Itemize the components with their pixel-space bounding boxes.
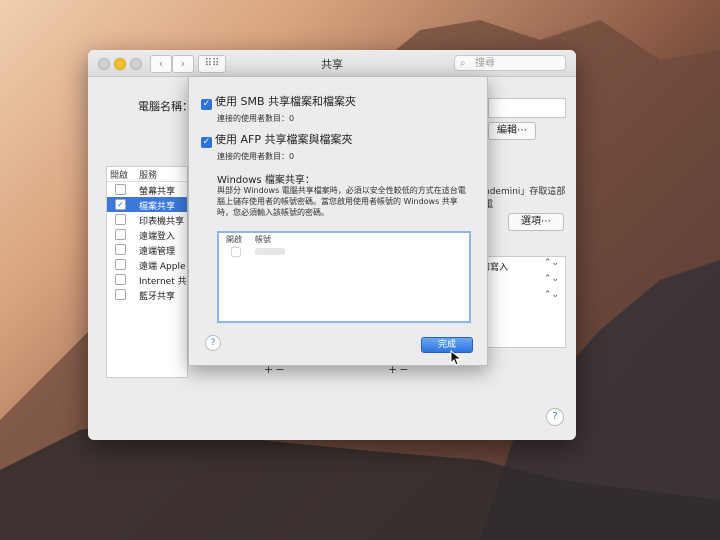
- options-button[interactable]: 選項⋯: [508, 213, 564, 231]
- done-button[interactable]: 完成: [421, 337, 473, 353]
- checkmark-icon: ✓: [117, 200, 124, 209]
- service-checkbox[interactable]: [115, 184, 126, 195]
- service-label: Internet 共: [139, 277, 187, 287]
- titlebar: ‹ › ⠿⠿ 共享 ⌕ 搜尋: [88, 50, 576, 77]
- file-sharing-options-sheet: ✓ 使用 SMB 共享檔案和檔案夾 連接的使用者數目：0 ✓ 使用 AFP 共享檔案…: [188, 76, 488, 366]
- service-label: 遠端 Apple: [139, 262, 186, 272]
- checkmark-icon: ✓: [202, 99, 211, 109]
- service-row-remote-login[interactable]: 遠端登入: [107, 227, 187, 242]
- smb-option[interactable]: ✓ 使用 SMB 共享檔案和檔案夾: [201, 93, 356, 110]
- afp-option[interactable]: ✓ 使用 AFP 共享檔案與檔案夾: [201, 131, 352, 148]
- service-row-screen-sharing[interactable]: 螢幕共享: [107, 182, 187, 197]
- header-on: 開啟: [226, 235, 242, 244]
- afp-connected-users: 連接的使用者數目：0: [217, 152, 295, 161]
- account-name: [255, 248, 285, 255]
- checkmark-icon: ✓: [202, 137, 211, 147]
- service-label: 印表機共享: [139, 217, 185, 227]
- header-account: 帳號: [255, 235, 271, 244]
- windows-sharing-description: 與部分 Windows 電腦共享檔案時，必須以安全性較低的方式在這台電腦上儲存使…: [217, 186, 466, 217]
- service-checkbox[interactable]: [115, 259, 126, 270]
- sheet-help-button[interactable]: ?: [205, 335, 221, 351]
- search-icon: ⌕: [460, 58, 466, 69]
- service-list: 開啟 服務 螢幕共享 ✓ 檔案共享 印表機共享 遠端登入 遠端管理 遠端 App…: [106, 166, 188, 378]
- service-row-printer-sharing[interactable]: 印表機共享: [107, 212, 187, 227]
- service-row-internet-sharing[interactable]: Internet 共: [107, 272, 187, 287]
- afp-checkbox[interactable]: ✓: [201, 137, 212, 148]
- smb-connected-users: 連接的使用者數目：0: [217, 114, 295, 123]
- account-row[interactable]: [219, 245, 469, 259]
- windows-accounts-table: 開啟 帳號: [217, 231, 471, 323]
- windows-sharing-heading: Windows 檔案共享：: [217, 175, 315, 186]
- service-label: 遠端管理: [139, 247, 176, 257]
- edit-button[interactable]: 編輯⋯: [488, 122, 536, 140]
- service-checkbox[interactable]: [115, 214, 126, 225]
- help-button[interactable]: ?: [546, 408, 564, 426]
- service-checkbox[interactable]: [115, 289, 126, 300]
- service-label: 檔案共享: [139, 202, 176, 212]
- service-row-file-sharing[interactable]: ✓ 檔案共享: [107, 197, 187, 212]
- search-input[interactable]: ⌕ 搜尋: [454, 55, 566, 71]
- service-label: 遠端登入: [139, 232, 176, 242]
- service-checkbox[interactable]: [115, 244, 126, 255]
- service-row-remote-management[interactable]: 遠端管理: [107, 242, 187, 257]
- header-service: 服務: [139, 171, 158, 181]
- sharing-description: ndemini」存取這部電: [484, 187, 566, 210]
- service-row-bluetooth-sharing[interactable]: 藍牙共享: [107, 287, 187, 302]
- service-list-header: 開啟 服務: [107, 167, 187, 182]
- service-row-remote-apple-events[interactable]: 遠端 Apple: [107, 257, 187, 272]
- smb-checkbox[interactable]: ✓: [201, 99, 212, 110]
- service-label: 藍牙共享: [139, 292, 176, 302]
- computer-name-field[interactable]: [488, 98, 566, 118]
- header-on: 開啟: [110, 171, 129, 181]
- service-label: 螢幕共享: [139, 187, 176, 197]
- accounts-header: 開啟 帳號: [219, 233, 469, 245]
- updown-arrows-icon[interactable]: ⌃⌄: [544, 258, 559, 268]
- search-placeholder: 搜尋: [475, 58, 495, 69]
- updown-arrows-icon[interactable]: ⌃⌄: [544, 274, 559, 284]
- mouse-pointer-icon: [450, 350, 463, 366]
- afp-label: 使用 AFP 共享檔案與檔案夾: [215, 133, 353, 146]
- computer-name-label: 電腦名稱：: [138, 100, 193, 113]
- account-checkbox[interactable]: [231, 247, 241, 257]
- service-checkbox[interactable]: ✓: [115, 199, 126, 210]
- service-checkbox[interactable]: [115, 274, 126, 285]
- smb-label: 使用 SMB 共享檔案和檔案夾: [215, 95, 357, 108]
- updown-arrows-icon[interactable]: ⌃⌄: [544, 290, 559, 300]
- service-checkbox[interactable]: [115, 229, 126, 240]
